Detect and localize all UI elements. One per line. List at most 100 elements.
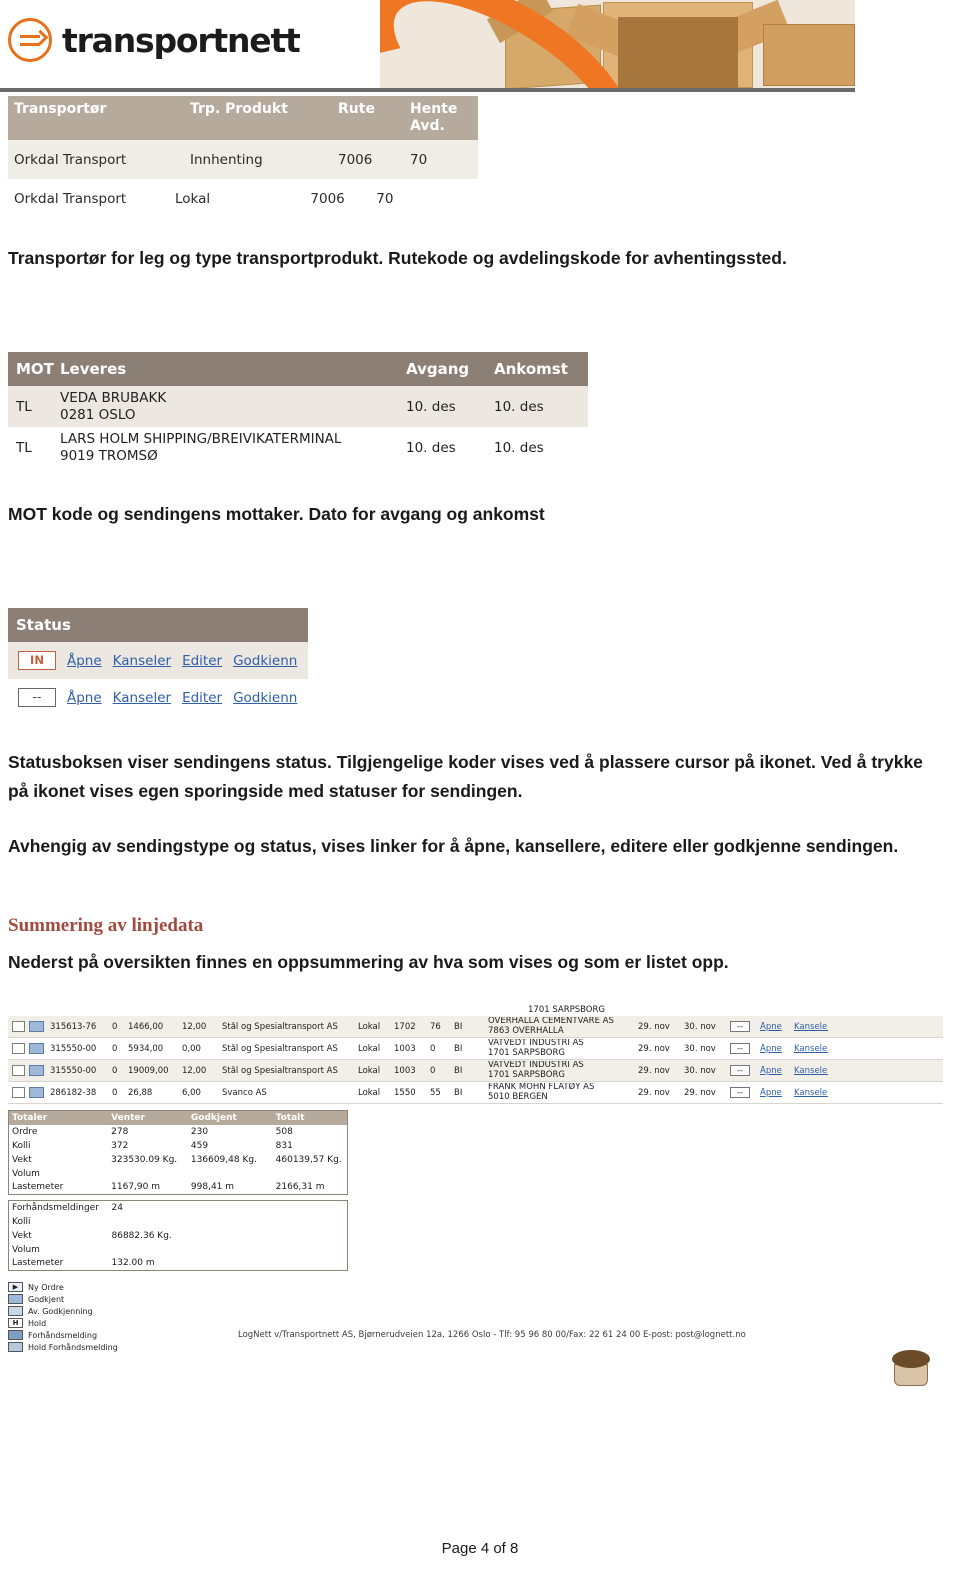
- cell-antall: 0: [112, 1043, 118, 1054]
- paragraph-status: Statusboksen viser sendingens status. Ti…: [8, 752, 923, 801]
- leveres-name: LARS HOLM SHIPPING/BREIVIKATERMINAL: [60, 430, 342, 447]
- leveres-name: VEDA BRUBAKK: [60, 389, 167, 406]
- link-kanseler[interactable]: Kanseler: [113, 690, 171, 706]
- link-apne[interactable]: Åpne: [760, 1044, 794, 1054]
- cell-transportor: Stål og Spesialtransport AS: [222, 1065, 338, 1076]
- cell-ordre: 315550-00: [50, 1043, 97, 1054]
- cell-mottaker: VATVEDT INDUSTRI AS 1701 SARPSBORG: [488, 1061, 638, 1080]
- totals-cell-totalt: 2166,31 m: [275, 1182, 325, 1193]
- legend-swatch-forhandsmelding-icon: [8, 1330, 23, 1340]
- cell-rute: 7006: [310, 190, 345, 207]
- cell-avd: 70: [410, 151, 428, 168]
- totals-cell-totalt: 460139,57 Kg.: [275, 1154, 342, 1165]
- paragraph-avhengig: Avhengig av sendingstype og status, vise…: [8, 836, 899, 856]
- status-flag-icon: [29, 1043, 44, 1054]
- totals-row: Kolli 372 459 831: [8, 1138, 348, 1153]
- totals-cell-venter: 323530.09 Kg.: [111, 1154, 178, 1165]
- totals-cell-venter: 372: [111, 1140, 129, 1151]
- legend-label: Godkjent: [28, 1294, 65, 1304]
- forhands-row: Kolli: [9, 1215, 348, 1229]
- status-badge[interactable]: --: [18, 688, 56, 707]
- cell-rute: 7006: [338, 151, 373, 168]
- mottaker-address: 1701 SARPSBORG: [488, 1069, 565, 1080]
- cell-status[interactable]: --: [730, 1021, 760, 1032]
- cell-ordre: 286182-38: [50, 1087, 97, 1098]
- page-number: Page 4 of 8: [441, 1540, 519, 1557]
- summary-screenshot: 1701 SARPSBORG 315613-76 0 1466,00 12,00…: [8, 1005, 943, 1353]
- row-checkbox[interactable]: [12, 1021, 25, 1032]
- shipment-grid: 315613-76 0 1466,00 12,00 Stål og Spesia…: [8, 1016, 943, 1104]
- forhands-cell-label: Volum: [12, 1244, 40, 1255]
- cell-ordre: 315613-76: [50, 1021, 97, 1032]
- footer-company-note: LogNett v/Transportnett AS, Bjørnerudvei…: [238, 1330, 746, 1340]
- cell-sum: 19009,00: [128, 1065, 169, 1076]
- legend-swatch-av-godkjenning-icon: [8, 1306, 23, 1316]
- link-godkjenn[interactable]: Godkienn: [233, 690, 297, 706]
- legend-item: H Hold: [8, 1317, 943, 1329]
- leveres-address: 9019 TROMSØ: [60, 447, 158, 464]
- column-header-mot: MOT: [16, 360, 54, 378]
- cell-rute: 1550: [394, 1087, 416, 1098]
- link-kanseler[interactable]: Kanseler: [794, 1044, 828, 1054]
- cell-ordre: 315550-00: [50, 1065, 97, 1076]
- cell-mot: BI: [454, 1021, 463, 1032]
- link-apne[interactable]: Åpne: [760, 1066, 794, 1076]
- link-apne[interactable]: Åpne: [67, 690, 102, 706]
- header-divider: [0, 88, 855, 92]
- table-header-row: MOT Leveres Avgang Ankomst: [8, 352, 588, 386]
- cell-produkt: Lokal: [358, 1043, 381, 1054]
- cell-transportor: Svanco AS: [222, 1087, 267, 1098]
- row-checkbox[interactable]: [12, 1065, 25, 1076]
- legend-swatch-hold-forhandsmelding-icon: [8, 1342, 23, 1352]
- column-header-hente-avd: Hente Avd.: [410, 101, 472, 135]
- cell-antall: 0: [112, 1087, 118, 1098]
- link-kanseler[interactable]: Kanseler: [113, 653, 171, 669]
- table-header-row: Transportør Trp. Produkt Rute Hente Avd.: [8, 96, 478, 140]
- cell-avd: 55: [430, 1087, 441, 1098]
- cell-status[interactable]: --: [730, 1065, 760, 1076]
- totals-cell-godkjent: [188, 1167, 273, 1181]
- cell-sum: 5934,00: [128, 1043, 164, 1054]
- link-kanseler[interactable]: Kanseler: [794, 1088, 828, 1098]
- forhands-row: Volum: [9, 1243, 348, 1257]
- cell-antall: 0: [112, 1065, 118, 1076]
- paragraph-transportor: Transportør for leg og type transportpro…: [8, 248, 787, 268]
- link-kanseler[interactable]: Kanseler: [794, 1066, 828, 1076]
- row-checkbox[interactable]: [12, 1087, 25, 1098]
- link-editer[interactable]: Editer: [182, 653, 222, 669]
- totals-cell-totalt: 831: [275, 1140, 293, 1151]
- status-badge[interactable]: IN: [18, 651, 56, 670]
- table-row: Orkdal Transport Innhenting 7006 70: [8, 140, 478, 179]
- cell-ankomst: 30. nov: [684, 1043, 716, 1054]
- row-checkbox[interactable]: [12, 1043, 25, 1054]
- mottaker-address: 7863 OVERHALLA: [488, 1025, 564, 1036]
- cell-mottaker: OVERHALLA CEMENTVARE AS 7863 OVERHALLA: [488, 1017, 638, 1036]
- column-header-produkt: Trp. Produkt: [190, 101, 288, 117]
- cell-avgang: 29. nov: [638, 1043, 670, 1054]
- coffee-cup-icon: [890, 1348, 936, 1388]
- cell-produkt: Lokal: [358, 1065, 381, 1076]
- link-apne[interactable]: Åpne: [760, 1088, 794, 1098]
- legend-item: Hold Forhåndsmelding: [8, 1341, 943, 1353]
- cell-produkt: Lokal: [358, 1021, 381, 1032]
- link-apne[interactable]: Åpne: [760, 1022, 794, 1032]
- totals-cell-label: Kolli: [12, 1140, 31, 1151]
- partial-row-text: 1701 SARPSBORG: [8, 1005, 943, 1016]
- totals-cell-label: Vekt: [12, 1154, 32, 1165]
- link-apne[interactable]: Åpne: [67, 653, 102, 669]
- column-header-rute: Rute: [338, 101, 375, 117]
- cell-transportor: Orkdal Transport: [14, 190, 127, 207]
- link-godkjenn[interactable]: Godkienn: [233, 653, 297, 669]
- cell-status[interactable]: --: [730, 1087, 760, 1098]
- cell-leveres: LARS HOLM SHIPPING/BREIVIKATERMINAL 9019…: [60, 431, 406, 465]
- table-row: 315550-00 0 19009,00 12,00 Stål og Spesi…: [8, 1060, 943, 1082]
- link-kanseler[interactable]: Kanseler: [794, 1022, 828, 1032]
- table-row: 286182-38 0 26,88 6,00 Svanco AS Lokal 1…: [8, 1082, 943, 1104]
- forhands-cell-value: 24: [111, 1202, 123, 1213]
- cell-status[interactable]: --: [730, 1043, 760, 1054]
- cell-produkt: Innhenting: [190, 151, 263, 168]
- forhands-cell-value: [109, 1215, 348, 1229]
- link-editer[interactable]: Editer: [182, 690, 222, 706]
- page-banner: transportnett: [0, 0, 960, 92]
- legend-label: Hold Forhåndsmelding: [28, 1342, 118, 1352]
